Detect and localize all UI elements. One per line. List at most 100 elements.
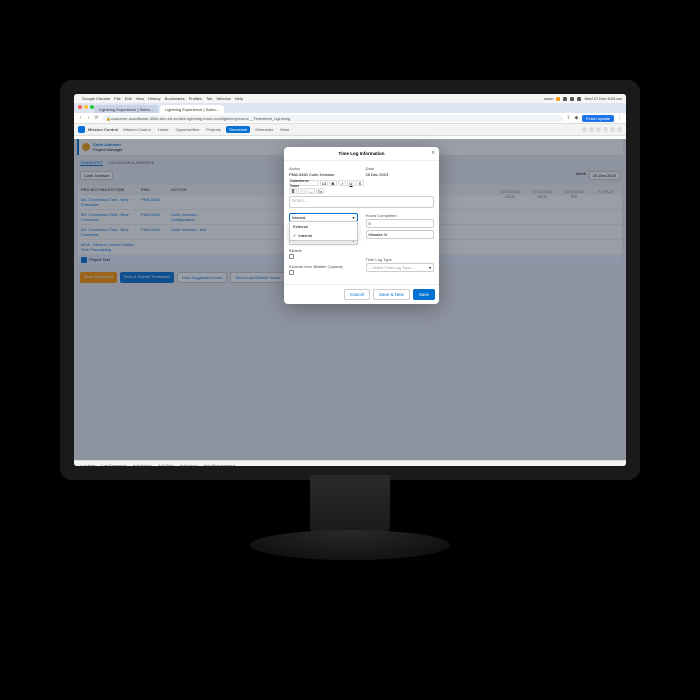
status-icon[interactable]: [570, 97, 574, 101]
nav-item[interactable]: Mission Control: [121, 127, 153, 132]
menubar-item[interactable]: View: [136, 96, 145, 101]
save-button[interactable]: Save: [413, 289, 435, 300]
menubar-item[interactable]: Bookmarks: [165, 96, 185, 101]
modal-footer: Cancel Save & New Save: [284, 284, 439, 304]
category-dropdown[interactable]: Internal ▾ External Internal: [289, 213, 358, 222]
reload-icon[interactable]: ⟳: [94, 116, 99, 121]
italic-icon[interactable]: I: [338, 180, 346, 186]
underline-icon[interactable]: U: [347, 180, 355, 186]
type-label: Time Log Type: [366, 257, 435, 262]
zoom-indicator[interactable]: zoom: [544, 96, 554, 101]
bold-icon[interactable]: B: [329, 180, 337, 186]
menubar-item[interactable]: File: [114, 96, 120, 101]
rich-text-toolbar: Salesforce Sans 13 B I U S: [289, 180, 434, 186]
indent-icon[interactable]: →: [307, 188, 315, 194]
imac-stand: [310, 475, 390, 535]
dropdown-list: External Internal: [289, 221, 358, 241]
tab-label: Lightning Experience | Sales...: [99, 107, 153, 112]
dropdown-option[interactable]: External: [290, 222, 357, 231]
type-select[interactable]: -- Select Time Log Type -- ▾: [366, 263, 435, 272]
help-icon[interactable]: [596, 127, 601, 132]
app-body: Colin Johnson Project Manager TIMESHEET …: [74, 139, 626, 466]
nav-item[interactable]: Home: [156, 127, 171, 132]
browser-tab[interactable]: Lightning Experience | Sales...: [94, 105, 158, 113]
close-icon[interactable]: ✕: [431, 150, 435, 156]
bottom-action[interactable]: Add Requirement: [204, 463, 235, 467]
close-window-icon[interactable]: [78, 105, 82, 109]
status-icon[interactable]: [556, 97, 560, 101]
rich-text-toolbar-2: ≣ ⋮ → Tx: [289, 188, 434, 194]
maximize-window-icon[interactable]: [90, 105, 94, 109]
browser-tabstrip: Lightning Experience | Sales... Lightnin…: [74, 103, 626, 113]
menubar-item[interactable]: Profiles: [189, 96, 202, 101]
forward-icon[interactable]: ›: [86, 116, 91, 121]
nav-more[interactable]: More: [278, 127, 291, 132]
billable-checkbox[interactable]: [289, 254, 294, 259]
avatar-icon[interactable]: [617, 127, 622, 132]
address-bar[interactable]: 🔒 customer-nosoftware-3584-dev-ed.scratc…: [102, 115, 563, 122]
app-name: Mission Control: [88, 127, 118, 132]
menu-icon[interactable]: ⋮: [617, 116, 622, 121]
minutes-input[interactable]: Minutes %: [366, 230, 435, 239]
clear-icon[interactable]: Tx: [316, 188, 324, 194]
imac-base: [250, 530, 450, 560]
status-icon[interactable]: [577, 97, 581, 101]
bottom-action[interactable]: Add Risk: [158, 463, 174, 467]
menubar-item[interactable]: Window: [216, 96, 230, 101]
extension-icon[interactable]: ◆: [574, 116, 579, 121]
browser-toolbar: ‹ › ⟳ 🔒 customer-nosoftware-3584-dev-ed.…: [74, 113, 626, 124]
date-value: 25 Dec 2023: [366, 172, 435, 177]
modal-title: Time Log Information: [339, 151, 385, 156]
minimize-window-icon[interactable]: [84, 105, 88, 109]
menubar-item[interactable]: Edit: [125, 96, 132, 101]
cancel-button[interactable]: Cancel: [344, 289, 370, 300]
list-icon[interactable]: ≣: [289, 188, 297, 194]
action-label: Action: [289, 166, 358, 171]
menubar-app[interactable]: Google Chrome: [82, 96, 110, 101]
tab-label: Lightning Experience | Sales...: [165, 107, 219, 112]
bottom-action[interactable]: Add Issue: [180, 463, 198, 467]
nav-item-active[interactable]: Timesheet: [226, 126, 251, 133]
font-size-select[interactable]: 13: [320, 180, 328, 186]
url-text: customer-nosoftware-3584-dev-ed.scratch.…: [111, 116, 290, 121]
save-new-button[interactable]: Save & New: [373, 289, 410, 300]
bottom-action[interactable]: Log Expenses: [101, 463, 126, 467]
menubar-clock[interactable]: Wed 27 Dec 8:03 am: [584, 96, 622, 101]
menubar-item[interactable]: Help: [235, 96, 243, 101]
salesforce-nav: Mission Control Mission Control Home Opp…: [74, 124, 626, 136]
strike-icon[interactable]: S: [356, 180, 364, 186]
hours-input[interactable]: 0: [366, 219, 435, 228]
hours-label: Hours Completed: [366, 213, 435, 218]
type-placeholder: -- Select Time Log Type --: [369, 265, 415, 270]
notes-textarea[interactable]: Notes...: [289, 196, 434, 208]
browser-tab-active[interactable]: Lightning Experience | Sales...: [160, 105, 224, 113]
bottom-toolbar: Log time Log Expenses Add Action Add Ris…: [74, 460, 626, 466]
billable-label: Billable: [289, 248, 358, 253]
finish-update-button[interactable]: Finish update: [582, 115, 614, 122]
status-icon[interactable]: [563, 97, 567, 101]
numlist-icon[interactable]: ⋮: [298, 188, 306, 194]
star-icon[interactable]: [589, 127, 594, 132]
nav-item[interactable]: Projects: [204, 127, 222, 132]
gear-icon[interactable]: [603, 127, 608, 132]
exclude-checkbox[interactable]: [289, 270, 294, 275]
bottom-action[interactable]: Log time: [80, 463, 95, 467]
bottom-action[interactable]: Add Action: [133, 463, 152, 467]
font-select[interactable]: Salesforce Sans: [289, 180, 319, 186]
app-launcher-icon[interactable]: [78, 126, 85, 133]
action-value: PMA-5460 Colin Johnson: [289, 172, 358, 177]
chevron-down-icon: ▾: [352, 215, 354, 220]
back-icon[interactable]: ‹: [78, 116, 83, 121]
nav-item[interactable]: Opportunities: [173, 127, 201, 132]
menubar-item[interactable]: Tab: [206, 96, 212, 101]
dropdown-option-selected[interactable]: Internal: [290, 231, 357, 240]
date-label: Date: [366, 166, 435, 171]
share-icon[interactable]: ⇪: [566, 116, 571, 121]
window-controls: [78, 105, 94, 109]
search-icon[interactable]: [582, 127, 587, 132]
dropdown-value: Internal: [292, 215, 305, 220]
nav-item[interactable]: Scheduler: [253, 127, 275, 132]
notification-icon[interactable]: [610, 127, 615, 132]
time-log-modal: Time Log Information ✕ Action PMA-5460 C…: [284, 147, 439, 304]
menubar-item[interactable]: History: [148, 96, 160, 101]
